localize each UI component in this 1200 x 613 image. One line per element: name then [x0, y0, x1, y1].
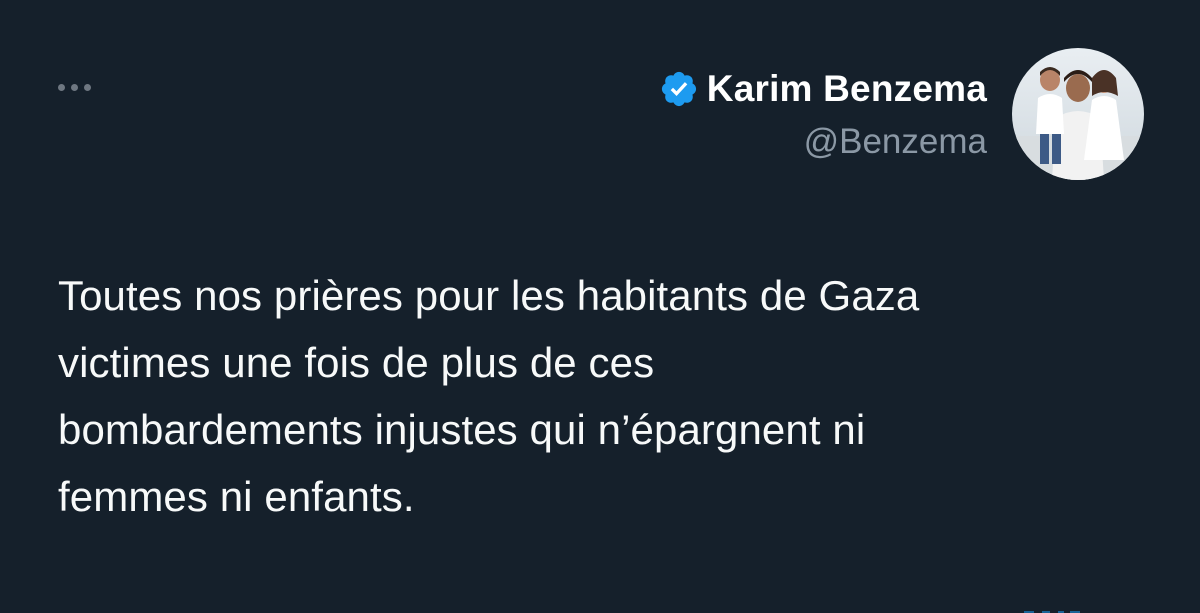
- verified-badge-icon: [659, 69, 699, 109]
- author-block: Karim Benzema @Benzema: [659, 66, 987, 162]
- avatar[interactable]: [1012, 48, 1144, 180]
- tweet-card: Karim Benzema @Benzema Toutes nos prière…: [0, 0, 1200, 613]
- author-handle[interactable]: @Benzema: [659, 122, 987, 162]
- more-options-button[interactable]: [58, 76, 104, 98]
- tweet-text-line: bombardements injustes qui n’épargnent n…: [58, 406, 866, 453]
- cropped-element-fragment: [1024, 607, 1082, 613]
- tweet-text-line: Toutes nos prières pour les habitants de…: [58, 272, 920, 319]
- more-dot: [58, 83, 65, 91]
- tweet-text-line: victimes une fois de plus de ces: [58, 339, 655, 386]
- author-name-row: Karim Benzema: [659, 66, 987, 112]
- author-display-name[interactable]: Karim Benzema: [707, 68, 987, 110]
- tweet-text: Toutes nos prières pour les habitants de…: [58, 262, 1148, 530]
- tweet-text-line: femmes ni enfants.: [58, 473, 415, 520]
- more-dot: [71, 83, 78, 91]
- more-dot: [84, 83, 91, 91]
